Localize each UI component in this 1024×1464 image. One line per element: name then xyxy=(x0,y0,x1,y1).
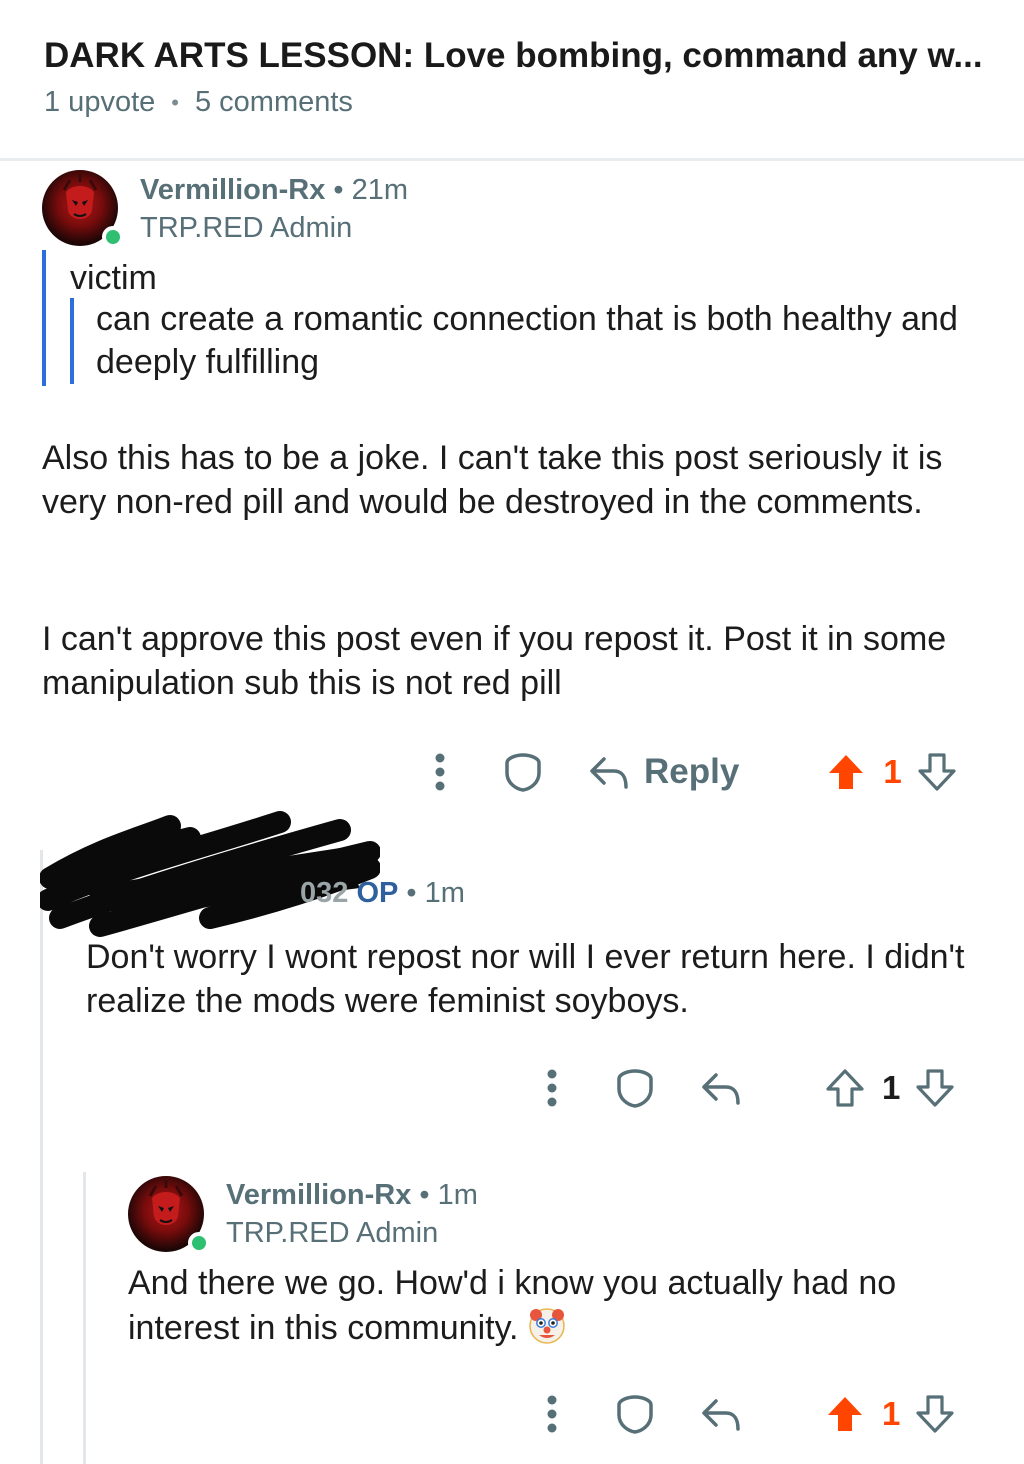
comment-time: • 1m xyxy=(419,1179,478,1211)
downvote-button[interactable] xyxy=(916,751,958,793)
reply-button[interactable] xyxy=(700,1395,742,1433)
upvote-button[interactable] xyxy=(824,1067,866,1109)
quote-word: victim xyxy=(70,259,157,297)
username[interactable]: Vermillion-Rx xyxy=(140,174,325,206)
downvote-arrow-icon xyxy=(916,1069,954,1107)
user-flair: TRP.RED Admin xyxy=(226,1217,439,1249)
downvote-button[interactable] xyxy=(914,1393,956,1435)
comment-time: • 1m xyxy=(406,877,465,909)
downvote-button[interactable] xyxy=(914,1067,956,1109)
more-options-button[interactable] xyxy=(532,1394,572,1434)
reply-button[interactable] xyxy=(700,1069,742,1107)
reply-arrow-icon xyxy=(702,1073,740,1105)
more-vertical-icon xyxy=(435,753,445,791)
reply-arrow-icon xyxy=(590,757,628,789)
upvote-count: 1 upvote xyxy=(44,86,156,118)
comment-body: Don't worry I wont repost nor will I eve… xyxy=(86,938,965,1020)
comment-body: I can't approve this post even if you re… xyxy=(42,620,947,702)
op-badge: OP xyxy=(356,877,399,909)
vote-count: 1 xyxy=(882,1069,901,1106)
username[interactable]: Vermillion-Rx xyxy=(226,1179,411,1211)
downvote-arrow-icon xyxy=(916,1395,954,1433)
vote-count: 1 xyxy=(882,1395,901,1432)
more-options-button[interactable] xyxy=(420,752,460,792)
blockquote: victim can create a romantic connection … xyxy=(42,250,982,386)
award-button[interactable] xyxy=(610,1393,660,1435)
upvote-button[interactable] xyxy=(825,751,867,793)
clown-face-icon xyxy=(528,1308,565,1344)
post-meta: 1 upvote • 5 comments xyxy=(44,86,353,119)
online-status-icon xyxy=(188,1232,210,1254)
reply-arrow-icon xyxy=(702,1399,740,1431)
comment-count: 5 comments xyxy=(194,86,353,118)
award-button[interactable] xyxy=(610,1067,660,1109)
header-divider xyxy=(0,158,1024,161)
comment-body: And there we go. How'd i know you actual… xyxy=(128,1261,988,1350)
nested-quote: can create a romantic connection that is… xyxy=(70,298,960,384)
award-shield-icon xyxy=(617,1395,653,1434)
online-status-icon xyxy=(102,226,124,248)
more-vertical-icon xyxy=(547,1069,557,1107)
thread-line[interactable] xyxy=(83,1172,86,1464)
comment-text: And there we go. How'd i know you actual… xyxy=(128,1264,897,1347)
thread-line[interactable] xyxy=(40,850,43,1464)
comment-actions: 1 xyxy=(532,1058,956,1118)
more-vertical-icon xyxy=(547,1395,557,1433)
user-flair: TRP.RED Admin xyxy=(140,212,353,244)
comment-author-line: Vermillion-Rx • 1m xyxy=(226,1179,478,1212)
post-title[interactable]: DARK ARTS LESSON: Love bombing, command … xyxy=(44,36,984,76)
username-fragment: 032 xyxy=(300,877,349,909)
upvote-arrow-icon xyxy=(828,1397,862,1431)
meta-separator: • xyxy=(171,89,179,115)
award-shield-icon xyxy=(505,753,541,792)
comment-actions: 1 xyxy=(532,1384,956,1444)
upvote-arrow-icon xyxy=(829,755,864,789)
downvote-arrow-icon xyxy=(918,753,956,791)
upvote-arrow-icon xyxy=(826,1069,864,1107)
comment-body: Also this has to be a joke. I can't take… xyxy=(42,439,943,521)
comment-author-line: 032 OP • 1m xyxy=(300,877,465,910)
avatar[interactable] xyxy=(128,1176,210,1254)
award-button[interactable] xyxy=(498,751,548,793)
reply-label: Reply xyxy=(644,752,740,791)
reply-button[interactable]: Reply xyxy=(588,752,739,792)
upvote-button[interactable] xyxy=(824,1393,866,1435)
avatar[interactable] xyxy=(42,170,124,248)
award-shield-icon xyxy=(617,1069,653,1108)
comments-page: DARK ARTS LESSON: Love bombing, command … xyxy=(0,0,1024,1464)
comment-time: • 21m xyxy=(333,174,409,206)
comment-author-line: Vermillion-Rx • 21m xyxy=(140,174,408,207)
comment-actions: Reply 1 xyxy=(420,742,958,802)
redaction-scribble xyxy=(40,811,380,937)
vote-count: 1 xyxy=(883,753,902,790)
more-options-button[interactable] xyxy=(532,1068,572,1108)
